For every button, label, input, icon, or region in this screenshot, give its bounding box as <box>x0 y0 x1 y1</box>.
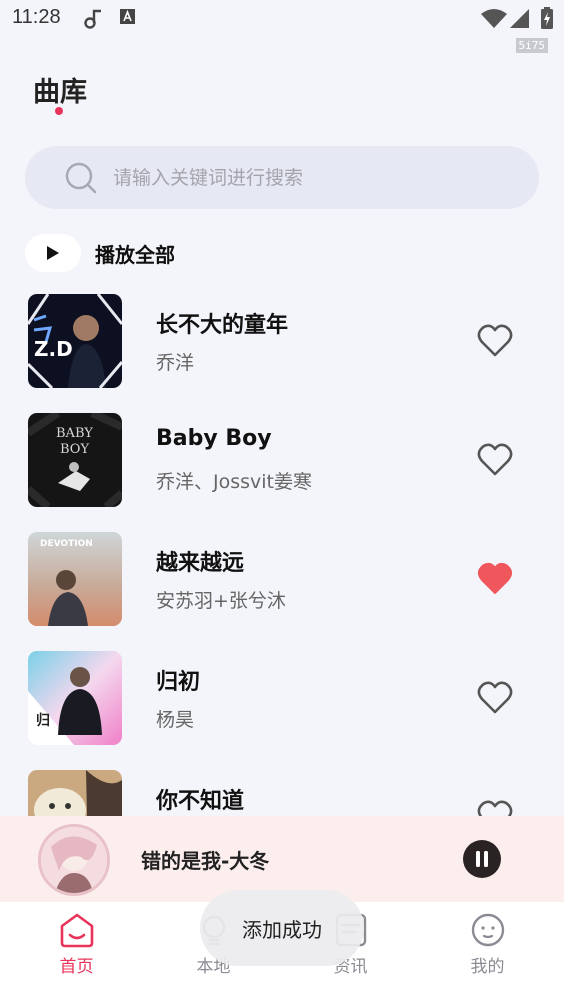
album-cover: Z.D <box>28 294 122 388</box>
toast-message: 添加成功 <box>200 890 364 966</box>
status-bar: 11:28 5i75 <box>0 0 564 53</box>
search-bar[interactable] <box>25 146 539 209</box>
page-title: 曲库 <box>33 77 87 108</box>
heart-filled-icon[interactable] <box>477 562 513 596</box>
now-playing-title[interactable]: 错的是我-大冬 <box>141 845 269 874</box>
svg-text:Z.D: Z.D <box>34 337 73 361</box>
now-playing-cover[interactable] <box>38 824 110 896</box>
play-icon <box>47 246 59 260</box>
home-icon <box>60 913 93 948</box>
signal-icon <box>510 9 529 28</box>
svg-text:BOY: BOY <box>60 442 89 457</box>
song-title: 越来越远 <box>156 551 245 576</box>
song-artist: 安苏羽+张兮沐 <box>156 590 286 612</box>
nav-item-home[interactable]: 首页 <box>6 902 147 982</box>
song-title: 归初 <box>156 670 201 695</box>
song-artist: 杨昊 <box>156 709 195 731</box>
nav-label-profile: 我的 <box>470 957 505 977</box>
svg-text:DEVOTION: DEVOTION <box>40 539 93 549</box>
song-list[interactable]: Z.D 长不大的童年 乔洋 BABY BOY Baby Boy 乔洋、Jossv… <box>0 291 564 816</box>
album-cover: DEVOTION <box>28 532 122 626</box>
pause-icon <box>476 851 488 867</box>
heart-outline-icon[interactable] <box>477 681 513 715</box>
battery-icon <box>541 7 553 29</box>
search-icon <box>65 162 97 194</box>
title-indicator-dot <box>55 107 63 115</box>
song-artist: 乔洋、Jossvit姜寒 <box>156 471 312 493</box>
song-row[interactable]: Z.D 长不大的童年 乔洋 <box>0 291 564 391</box>
play-all-label: 播放全部 <box>95 242 175 267</box>
album-cover: BABY BOY <box>28 413 122 507</box>
song-row[interactable]: DEVOTION 越来越远 安苏羽+张兮沐 <box>0 529 564 629</box>
wifi-icon <box>481 9 507 28</box>
svg-text:归: 归 <box>36 712 50 729</box>
nav-label-home: 首页 <box>59 957 94 977</box>
music-note-icon <box>84 9 101 29</box>
song-row[interactable]: BABY BOY Baby Boy 乔洋、Jossvit姜寒 <box>0 410 564 510</box>
search-input[interactable] <box>113 146 513 209</box>
fps-badge: 5i75 <box>515 38 548 53</box>
heart-outline-icon[interactable] <box>477 443 513 477</box>
song-row[interactable]: 归 归初 杨昊 <box>0 648 564 748</box>
svg-text:BABY: BABY <box>56 426 93 441</box>
play-all-button[interactable]: 播放全部 <box>25 234 175 272</box>
song-row[interactable]: 你不知道 <box>0 767 564 816</box>
profile-icon <box>471 913 504 947</box>
song-title: 你不知道 <box>156 789 245 814</box>
song-title: Baby Boy <box>156 426 272 451</box>
nav-item-profile[interactable]: 我的 <box>417 902 558 982</box>
album-cover <box>28 770 122 816</box>
heart-outline-icon[interactable] <box>477 324 513 358</box>
clock: 11:28 <box>12 6 61 28</box>
heart-outline-icon[interactable] <box>477 800 513 816</box>
keyboard-a-icon <box>120 9 135 24</box>
song-artist: 乔洋 <box>156 352 195 374</box>
play-all-pill[interactable] <box>25 234 81 272</box>
pause-button[interactable] <box>463 840 501 878</box>
song-title: 长不大的童年 <box>156 313 289 338</box>
album-cover: 归 <box>28 651 122 745</box>
